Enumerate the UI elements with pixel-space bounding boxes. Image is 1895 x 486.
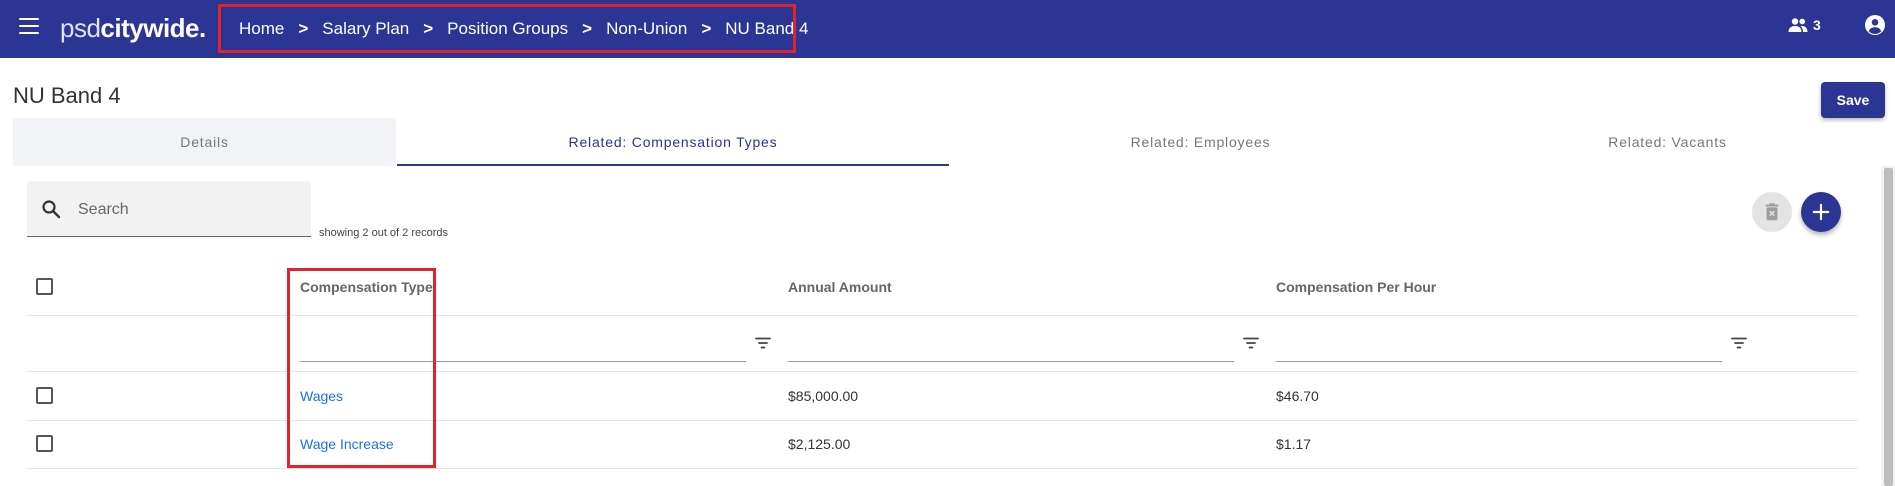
row-checkbox[interactable] xyxy=(36,435,53,452)
records-count-text: showing 2 out of 2 records xyxy=(319,227,449,239)
tab-related-vacants[interactable]: Related: Vacants xyxy=(1452,118,1883,166)
filter-annual-amount-input[interactable] xyxy=(788,340,1234,362)
save-button[interactable]: Save xyxy=(1821,82,1885,118)
add-button[interactable] xyxy=(1801,192,1841,232)
tab-details[interactable]: Details xyxy=(13,118,396,166)
tab-related-employees[interactable]: Related: Employees xyxy=(949,118,1452,166)
page-title: NU Band 4 xyxy=(13,83,121,108)
tab-related-compensation-types[interactable]: Related: Compensation Types xyxy=(397,118,949,166)
search-field[interactable] xyxy=(27,181,311,237)
users-count: 3 xyxy=(1813,17,1821,33)
account-icon[interactable] xyxy=(1864,14,1886,36)
delete-button[interactable] xyxy=(1752,192,1792,232)
search-input[interactable] xyxy=(78,199,298,221)
search-icon xyxy=(42,200,61,219)
row-divider xyxy=(27,468,1857,469)
breadcrumb-highlight xyxy=(218,4,796,53)
column-header-annual-amount[interactable]: Annual Amount xyxy=(788,279,892,295)
column-highlight xyxy=(287,268,436,468)
filter-icon[interactable] xyxy=(1243,337,1259,349)
plus-icon xyxy=(1812,203,1830,221)
hamburger-menu-icon[interactable] xyxy=(19,18,39,34)
compensation-per-hour-cell: $1.17 xyxy=(1276,436,1312,452)
tab-bar: Details Related: Compensation Types Rela… xyxy=(13,118,1883,166)
compensation-per-hour-cell: $46.70 xyxy=(1276,388,1319,404)
select-all-checkbox[interactable] xyxy=(36,278,53,295)
filter-icon[interactable] xyxy=(1731,337,1747,349)
scrollbar-thumb[interactable] xyxy=(1884,168,1893,486)
column-header-compensation-per-hour[interactable]: Compensation Per Hour xyxy=(1276,279,1436,295)
row-checkbox[interactable] xyxy=(36,387,53,404)
delete-icon xyxy=(1765,203,1779,221)
filter-icon[interactable] xyxy=(755,337,771,349)
users-icon[interactable] xyxy=(1788,17,1808,33)
logo[interactable]: psdcitywide. xyxy=(60,13,206,44)
annual-amount-cell: $2,125.00 xyxy=(788,436,851,452)
annual-amount-cell: $85,000.00 xyxy=(788,388,859,404)
filter-compensation-per-hour-input[interactable] xyxy=(1276,340,1722,362)
